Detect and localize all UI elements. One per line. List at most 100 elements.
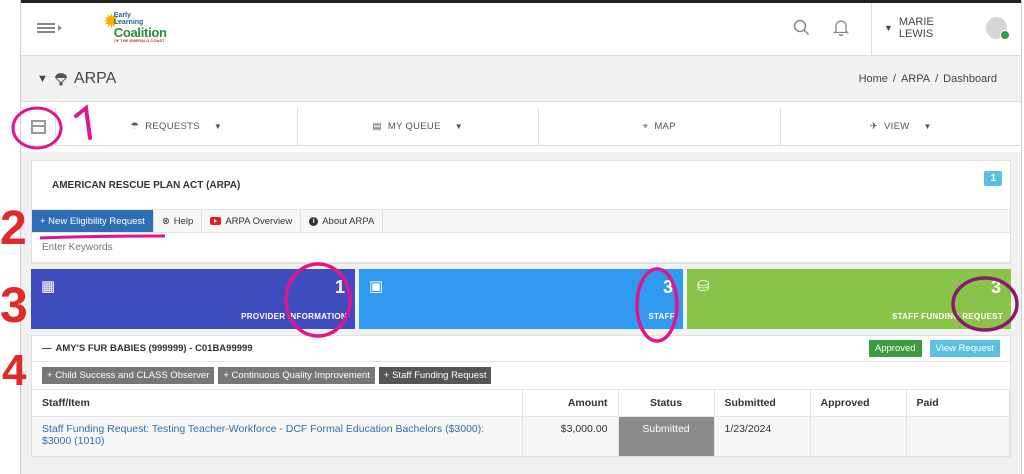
collapse-icon[interactable]: — <box>42 343 52 354</box>
breadcrumb-separator: / <box>892 72 896 85</box>
nav-my-queue[interactable]: ▤ MY QUEUE ▼ <box>296 108 539 145</box>
staff-funding-request-count: 3 <box>990 277 1001 297</box>
about-arpa-tab[interactable]: i About ARPA <box>301 210 384 232</box>
count-badge: 1 <box>984 171 1002 186</box>
approved-cell <box>810 416 907 456</box>
caret-right-icon <box>58 24 62 31</box>
building-icon: ▦ <box>41 278 56 295</box>
info-icon: i <box>309 216 319 226</box>
title-bar: ▼ ARPA Home / ARPA / Dashboard <box>21 56 1021 102</box>
map-pin-icon: ⌖ <box>642 121 649 132</box>
bell-icon <box>833 20 849 36</box>
nav-map-label: MAP <box>654 121 676 132</box>
column-header-paid: Paid <box>906 390 1010 417</box>
add-child-success-button[interactable]: + Child Success and CLASS Observer <box>42 367 215 384</box>
submitted-cell: 1/23/2024 <box>714 416 811 456</box>
breadcrumb-home[interactable]: Home <box>859 73 888 85</box>
keyword-search <box>32 233 1010 263</box>
paid-cell <box>906 416 1010 456</box>
table-row: Staff Funding Request: Testing Teacher-W… <box>32 416 1010 456</box>
chevron-down-icon: ▼ <box>884 22 893 33</box>
arpa-overview-tab[interactable]: ARPA Overview <box>202 210 302 232</box>
app-frame: ✹ Early Learning Coalition OF THE EMERAL… <box>20 0 1022 474</box>
hamburger-icon <box>37 22 55 33</box>
coins-icon: ⛁ <box>697 278 710 295</box>
stat-tiles: ▦ 1 PROVIDER INFORMATION ▣ 3 STAFF ⛁ 3 S… <box>31 269 1011 329</box>
youtube-icon <box>210 217 222 225</box>
user-menu[interactable]: ▼ MARIE LEWIS <box>871 0 1021 55</box>
sub-navigation: ☂ REQUESTS ▼ ▤ MY QUEUE ▼ ⌖ MAP ✈ VIEW ▼ <box>21 108 1021 146</box>
search-button[interactable] <box>781 0 821 55</box>
page-title-toggle[interactable]: ▼ ARPA <box>37 70 116 88</box>
new-eligibility-request-button[interactable]: + New Eligibility Request <box>32 210 154 232</box>
provider-header: — AMY'S FUR BABIES (999999) - C01BA99999… <box>32 336 1010 362</box>
add-continuous-quality-button[interactable]: + Continuous Quality Improvement <box>218 367 375 384</box>
column-header-staff-item: Staff/Item <box>32 390 523 417</box>
layout-toggle-button[interactable] <box>21 108 55 145</box>
approved-status-badge: Approved <box>868 340 922 357</box>
parachute-icon <box>54 72 67 85</box>
provider-name: AMY'S FUR BABIES (999999) - C01BA99999 <box>55 343 253 354</box>
breadcrumb-separator: / <box>935 72 939 85</box>
panel-title: AMERICAN RESCUE PLAN ACT (ARPA) <box>52 179 241 191</box>
provider-information-label: PROVIDER INFORMATION <box>241 312 347 321</box>
logo-line-1: Early <box>113 12 131 19</box>
staff-tile[interactable]: ▣ 3 STAFF <box>359 269 683 329</box>
breadcrumb-arpa[interactable]: ARPA <box>901 73 930 85</box>
keyword-search-input[interactable] <box>32 233 1010 262</box>
logo-line-4: OF THE EMERALD COAST <box>113 38 165 43</box>
help-label: Help <box>173 215 194 227</box>
status-cell: Submitted <box>618 416 715 456</box>
chevron-down-icon: ▼ <box>37 72 48 85</box>
breadcrumb-dashboard: Dashboard <box>943 72 997 85</box>
staff-label: STAFF <box>648 312 675 321</box>
help-tab[interactable]: ⊗ Help <box>154 210 203 232</box>
chevron-down-icon: ▼ <box>454 122 463 131</box>
chevron-down-icon: ▼ <box>923 122 932 131</box>
provider-actions: + Child Success and CLASS Observer + Con… <box>32 362 1010 390</box>
about-label: About ARPA <box>322 215 375 227</box>
column-header-approved: Approved <box>810 390 907 417</box>
page-title: ARPA <box>73 69 117 87</box>
clipboard-icon: ▤ <box>372 121 382 132</box>
notifications-button[interactable] <box>821 0 861 55</box>
nav-requests[interactable]: ☂ REQUESTS ▼ <box>55 108 297 145</box>
dashboard-content: AMERICAN RESCUE PLAN ACT (ARPA) 1 + New … <box>21 152 1021 474</box>
nav-my-queue-label: MY QUEUE <box>387 121 441 132</box>
id-card-icon: ▣ <box>369 278 384 295</box>
lifebuoy-icon: ⊗ <box>161 215 170 227</box>
column-header-status: Status <box>618 390 715 417</box>
provider-information-count: 1 <box>334 277 345 297</box>
panel-tabs: + New Eligibility Request ⊗ Help ARPA Ov… <box>32 209 1010 233</box>
requests-table: Staff/Item Amount Status Submitted Appro… <box>32 390 1010 456</box>
add-staff-funding-button[interactable]: + Staff Funding Request <box>378 367 492 384</box>
menu-toggle-button[interactable] <box>37 22 77 33</box>
avatar <box>986 16 1010 40</box>
staff-funding-request-label: STAFF FUNDING REQUEST <box>891 312 1003 321</box>
parachute-icon: ☂ <box>130 121 140 132</box>
user-name: MARIE LEWIS <box>898 15 934 40</box>
plane-icon: ✈ <box>869 121 879 132</box>
amount-cell: $3,000.00 <box>522 416 619 456</box>
column-header-amount: Amount <box>522 390 619 417</box>
search-icon <box>793 19 809 36</box>
nav-requests-label: REQUESTS <box>145 121 200 132</box>
provider-information-tile[interactable]: ▦ 1 PROVIDER INFORMATION <box>31 269 355 329</box>
nav-map[interactable]: ⌖ MAP <box>538 108 780 145</box>
view-request-button[interactable]: View Request <box>929 340 1000 357</box>
nav-view-label: VIEW <box>884 121 910 132</box>
staff-item-link[interactable]: Staff Funding Request: Testing Teacher-W… <box>32 416 523 456</box>
chevron-down-icon: ▼ <box>213 122 223 131</box>
layout-icon <box>30 119 46 134</box>
top-bar: ✹ Early Learning Coalition OF THE EMERAL… <box>21 0 1021 56</box>
arpa-panel: AMERICAN RESCUE PLAN ACT (ARPA) 1 + New … <box>31 160 1011 264</box>
panel-header: AMERICAN RESCUE PLAN ACT (ARPA) 1 <box>32 161 1010 209</box>
staff-funding-request-tile[interactable]: ⛁ 3 STAFF FUNDING REQUEST <box>687 269 1011 329</box>
nav-view[interactable]: ✈ VIEW ▼ <box>779 108 1022 145</box>
column-header-submitted: Submitted <box>714 390 811 417</box>
coalition-logo[interactable]: ✹ Early Learning Coalition OF THE EMERAL… <box>103 6 167 50</box>
provider-card: — AMY'S FUR BABIES (999999) - C01BA99999… <box>31 335 1011 457</box>
staff-count: 3 <box>662 277 673 297</box>
overview-label: ARPA Overview <box>225 215 293 227</box>
breadcrumb: Home / ARPA / Dashboard <box>859 73 997 85</box>
